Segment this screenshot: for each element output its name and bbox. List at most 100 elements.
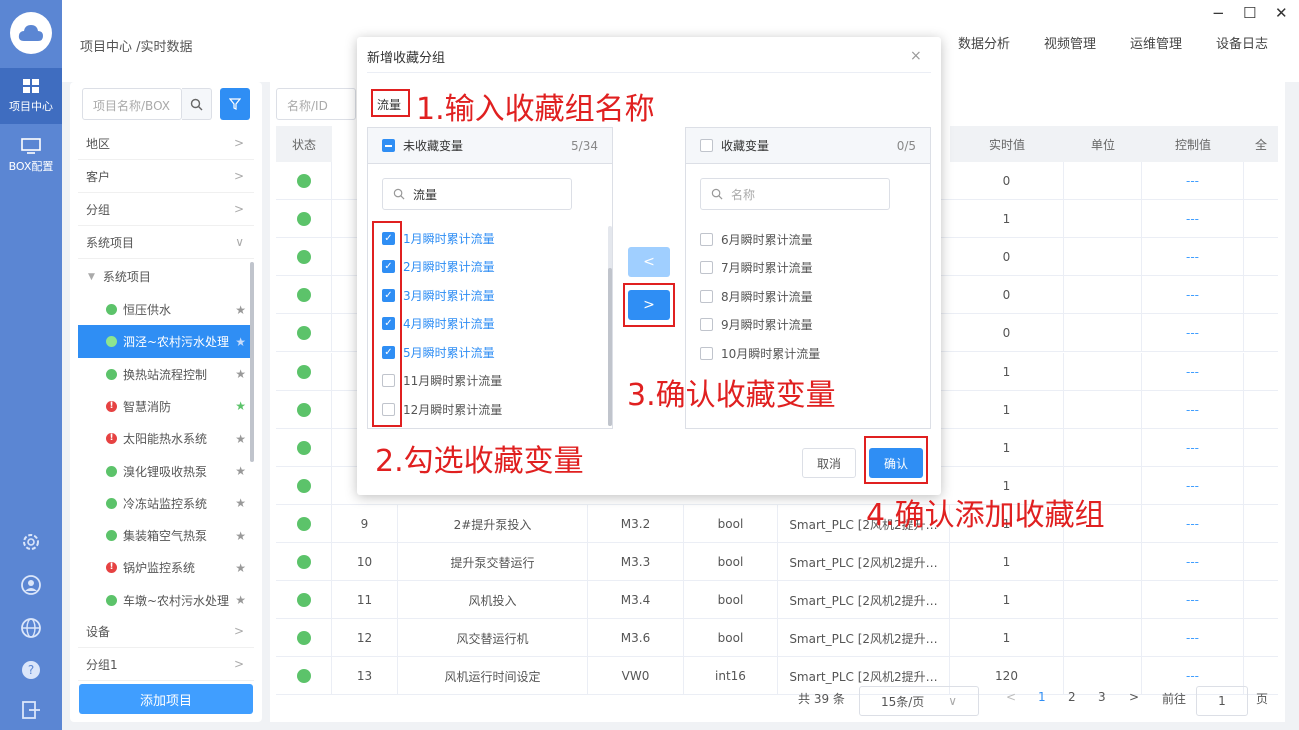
tree-parent[interactable]: ▼ 系统项目	[78, 260, 254, 293]
nav-data-analysis[interactable]: 数据分析	[958, 33, 1010, 52]
star-icon[interactable]: ★	[235, 464, 246, 478]
project-item[interactable]: 冷冻站监控系统 ★	[78, 487, 254, 520]
move-left-button[interactable]: <	[628, 247, 670, 277]
star-icon[interactable]: ★	[235, 432, 246, 446]
favorited-variable-item[interactable]: 6月瞬时累计流量	[700, 225, 920, 253]
page-size-select[interactable]: 15条/页 ∨	[859, 686, 979, 716]
control-cell[interactable]: ---	[1142, 200, 1244, 239]
project-item[interactable]: 集装箱空气热泵 ★	[78, 519, 254, 552]
close-window-icon[interactable]: ✕	[1275, 4, 1288, 22]
filter-button[interactable]	[220, 88, 250, 120]
control-cell[interactable]: ---	[1142, 619, 1244, 658]
project-item[interactable]: 泗泾~农村污水处理 ★	[78, 325, 254, 359]
type-cell: bool	[684, 505, 778, 543]
checkbox[interactable]	[700, 232, 713, 246]
control-cell[interactable]: ---	[1142, 162, 1244, 200]
control-cell[interactable]: ---	[1142, 238, 1244, 277]
project-item[interactable]: 恒压供水 ★	[78, 293, 254, 326]
logout-icon[interactable]	[0, 698, 62, 722]
sidebar-scrollbar[interactable]	[250, 262, 254, 462]
star-icon[interactable]: ★	[235, 303, 246, 317]
control-cell[interactable]: ---	[1142, 543, 1244, 582]
unfavorited-search-input[interactable]: 流量	[382, 178, 572, 210]
close-icon[interactable]: ×	[910, 48, 922, 64]
goto-page-input[interactable]: 1	[1196, 686, 1248, 716]
project-item[interactable]: ! 智慧消防 ★	[78, 390, 254, 423]
star-icon[interactable]: ★	[235, 593, 246, 607]
group-group1[interactable]: 分组1 >	[78, 648, 254, 681]
user-icon[interactable]	[0, 573, 62, 597]
star-icon[interactable]: ★	[235, 399, 246, 413]
variable-item[interactable]: ✓ 1月瞬时累计流量	[382, 224, 602, 252]
star-icon[interactable]: ★	[235, 496, 246, 510]
search-button[interactable]	[182, 88, 212, 120]
control-cell[interactable]: ---	[1142, 352, 1244, 391]
checkbox[interactable]	[700, 261, 713, 274]
star-icon[interactable]: ★	[235, 335, 246, 349]
header-status: 状态	[276, 126, 332, 162]
control-cell[interactable]: ---	[1142, 466, 1244, 505]
checkbox[interactable]	[700, 346, 713, 360]
control-cell[interactable]: ---	[1142, 314, 1244, 353]
favorited-variable-item[interactable]: 10月瞬时累计流量	[700, 339, 920, 367]
add-project-button[interactable]: 添加项目	[79, 684, 253, 714]
control-cell[interactable]: ---	[1142, 505, 1244, 543]
variable-item[interactable]: ✓ 4月瞬时累计流量	[382, 310, 602, 338]
rail-item-project-center[interactable]: 项目中心	[0, 68, 62, 124]
settings-icon[interactable]	[0, 530, 62, 554]
project-search-input[interactable]: 项目名称/BOX	[82, 88, 182, 120]
control-cell[interactable]: ---	[1142, 581, 1244, 620]
page-3[interactable]: 3	[1098, 690, 1106, 704]
group-name-input[interactable]: 流量	[371, 89, 410, 117]
select-all-checkbox[interactable]	[382, 139, 395, 152]
star-icon[interactable]: ★	[235, 367, 246, 381]
group-device[interactable]: 设备 >	[78, 615, 254, 648]
group-customer[interactable]: 客户 >	[78, 160, 254, 193]
control-cell[interactable]: ---	[1142, 428, 1244, 467]
favorited-search-input[interactable]: 名称	[700, 178, 890, 210]
globe-icon[interactable]	[0, 616, 62, 640]
checkbox[interactable]	[700, 289, 713, 303]
name-id-filter-input[interactable]: 名称/ID	[276, 88, 356, 120]
favorited-variable-item[interactable]: 9月瞬时累计流量	[700, 311, 920, 339]
list-scrollbar[interactable]	[608, 268, 612, 426]
favorited-variable-item[interactable]: 7月瞬时累计流量	[700, 254, 920, 282]
next-page-button[interactable]: >	[1129, 690, 1139, 704]
project-item[interactable]: 换热站流程控制 ★	[78, 358, 254, 391]
variable-item[interactable]: ✓ 5月瞬时累计流量	[382, 338, 602, 366]
control-cell[interactable]: ---	[1142, 276, 1244, 315]
project-item[interactable]: 车墩~农村污水处理 ★	[78, 584, 254, 617]
group-label: 分组	[86, 202, 111, 217]
variable-item[interactable]: 11月瞬时累计流量	[382, 367, 602, 395]
value-cell: 1	[950, 543, 1064, 582]
checkbox[interactable]	[700, 318, 713, 331]
rail-item-label: 项目中心	[9, 100, 53, 113]
select-all-checkbox[interactable]	[700, 139, 713, 152]
prev-page-button[interactable]: <	[1006, 690, 1016, 704]
project-item[interactable]: ! 太阳能热水系统 ★	[78, 422, 254, 455]
variable-item[interactable]: ✓ 3月瞬时累计流量	[382, 281, 602, 309]
minimize-icon[interactable]: −	[1212, 4, 1225, 22]
page-1[interactable]: 1	[1038, 690, 1046, 704]
nav-device-log[interactable]: 设备日志	[1216, 33, 1268, 52]
variable-item[interactable]: ✓ 2月瞬时累计流量	[382, 253, 602, 281]
group-region[interactable]: 地区 >	[78, 127, 254, 160]
project-item[interactable]: ! 锅炉监控系统 ★	[78, 551, 254, 584]
star-icon[interactable]: ★	[235, 561, 246, 575]
favorited-variable-item[interactable]: 8月瞬时累计流量	[700, 282, 920, 310]
maximize-icon[interactable]: ☐	[1243, 4, 1256, 22]
group-system-projects[interactable]: 系统项目 ∨	[78, 226, 254, 259]
nav-ops-management[interactable]: 运维管理	[1130, 33, 1182, 52]
group-group[interactable]: 分组 >	[78, 193, 254, 226]
nav-video-management[interactable]: 视频管理	[1044, 33, 1096, 52]
help-icon[interactable]: ?	[0, 658, 62, 682]
variable-item[interactable]: 12月瞬时累计流量	[382, 395, 602, 423]
star-icon[interactable]: ★	[235, 529, 246, 543]
control-cell[interactable]: ---	[1142, 390, 1244, 429]
page-2[interactable]: 2	[1068, 690, 1076, 704]
rail-item-box-config[interactable]: BOX配置	[0, 128, 62, 184]
no-cell: 9	[332, 505, 398, 543]
cancel-button[interactable]: 取消	[802, 448, 856, 478]
status-ok-icon	[106, 530, 117, 542]
project-item[interactable]: 溴化锂吸收热泵 ★	[78, 455, 254, 488]
